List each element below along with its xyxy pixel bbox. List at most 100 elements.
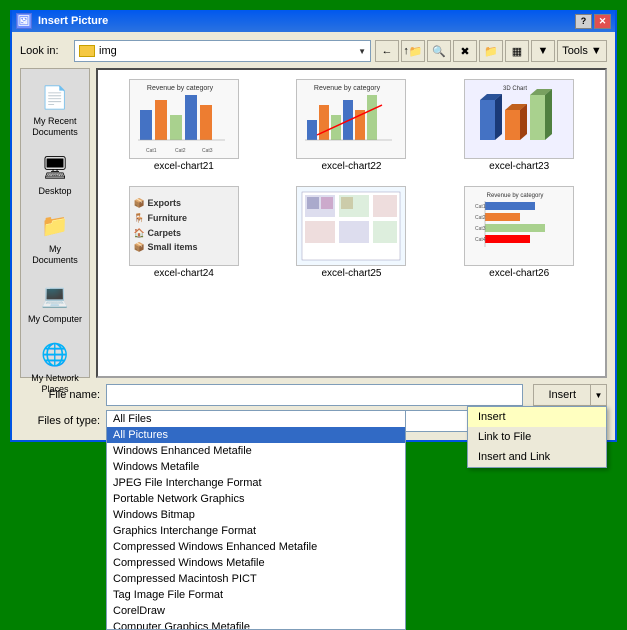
folder-icon <box>79 45 95 57</box>
sidebar-item-desktop[interactable]: 🖥 Desktop <box>25 147 85 202</box>
file-item-chart21[interactable]: Revenue by category Cat1 Cat2 Cat3 <box>102 74 266 177</box>
insert-dropdown-item-link[interactable]: Link to File <box>468 427 606 447</box>
dropdown-item-all-files[interactable]: All Files <box>107 411 405 427</box>
svg-text:Cat1: Cat1 <box>146 148 157 154</box>
recent-icon: 📄 <box>39 82 71 114</box>
dropdown-item-jpeg[interactable]: JPEG File Interchange Format <box>107 475 405 491</box>
svg-text:Cat2: Cat2 <box>175 148 186 154</box>
dialog-title: Insert Picture <box>38 15 108 27</box>
look-in-label: Look in: <box>20 45 70 57</box>
dropdown-item-gif[interactable]: Graphics Interchange Format <box>107 523 405 539</box>
sidebar-label-computer: My Computer <box>28 314 82 325</box>
new-folder-button[interactable]: 📁 <box>479 40 503 62</box>
dropdown-item-wmf-enhanced[interactable]: Windows Enhanced Metafile <box>107 443 405 459</box>
insert-dropdown-item-insert[interactable]: Insert <box>468 407 606 427</box>
insert-button[interactable]: Insert <box>533 384 591 406</box>
thumbnail-chart24: 📦 Exports 🪑 Furniture 🏠 Carpets 📦 Small … <box>129 186 239 266</box>
delete-icon: ✖ <box>460 45 469 58</box>
close-button[interactable]: ✕ <box>594 14 611 29</box>
views-arrow-button[interactable]: ▼ <box>531 40 555 62</box>
dialog-icon: 🖼 <box>16 13 32 29</box>
sidebar-item-documents[interactable]: 📁 My Documents <box>25 205 85 271</box>
dropdown-item-bmp[interactable]: Windows Bitmap <box>107 507 405 523</box>
sidebar-label-recent: My Recent Documents <box>28 116 82 138</box>
insert-group-wrapper: Insert ▼ Insert Link to File Insert and … <box>529 384 607 406</box>
text-thumb-chart24: 📦 Exports 🪑 Furniture 🏠 Carpets 📦 Small … <box>130 194 238 258</box>
dropdown-item-tiff[interactable]: Tag Image File Format <box>107 587 405 603</box>
dropdown-item-coreldraw[interactable]: CorelDraw <box>107 603 405 619</box>
toolbar-buttons: ← ↑ 📁 🔍 ✖ 📁 ▦ ▼ <box>375 40 607 62</box>
title-bar-controls: ? ✕ <box>575 14 611 29</box>
svg-text:Cat4: Cat4 <box>475 237 486 243</box>
insert-dropdown-item-insert-link[interactable]: Insert and Link <box>468 447 606 467</box>
views-button[interactable]: ▦ <box>505 40 529 62</box>
back-icon: ← <box>382 45 393 57</box>
sidebar-item-computer[interactable]: 💻 My Computer <box>25 275 85 330</box>
insert-dropdown-arrow[interactable]: ▼ <box>591 384 607 406</box>
look-in-combo[interactable]: img ▼ <box>74 40 371 62</box>
delete-button[interactable]: ✖ <box>453 40 477 62</box>
dropdown-item-cpict[interactable]: Compressed Macintosh PICT <box>107 571 405 587</box>
file-item-chart26[interactable]: Revenue by category Cat1 Cat2 Cat3 <box>437 181 601 284</box>
tools-button[interactable]: Tools ▼ <box>557 40 607 62</box>
insert-btn-group: Insert ▼ <box>533 384 607 406</box>
svg-text:Cat1: Cat1 <box>475 204 486 210</box>
look-in-value: img <box>99 45 117 57</box>
file-item-chart22[interactable]: Revenue by category exce <box>270 74 434 177</box>
file-item-chart25[interactable]: excel-chart25 <box>270 181 434 284</box>
svg-text:3D Chart: 3D Chart <box>503 86 527 92</box>
file-area[interactable]: Revenue by category Cat1 Cat2 Cat3 <box>96 68 607 378</box>
file-grid: Revenue by category Cat1 Cat2 Cat3 <box>102 74 601 284</box>
up-button[interactable]: ↑ 📁 <box>401 40 425 62</box>
insert-dropdown: Insert Link to File Insert and Link <box>467 406 607 468</box>
thumbnail-chart26: Revenue by category Cat1 Cat2 Cat3 <box>464 186 574 266</box>
up-folder-icon: 📁 <box>409 45 423 58</box>
sidebar-item-recent[interactable]: 📄 My Recent Documents <box>25 77 85 143</box>
dialog-body: Look in: img ▼ ← ↑ 📁 🔍 ✖ <box>12 32 615 440</box>
file-name-chart22: excel-chart22 <box>321 161 381 172</box>
thumbnail-chart21: Revenue by category Cat1 Cat2 Cat3 <box>129 79 239 159</box>
file-name-input[interactable] <box>106 384 523 406</box>
dropdown-item-cgm[interactable]: Computer Graphics Metafile <box>107 619 405 630</box>
search-web-button[interactable]: 🔍 <box>427 40 451 62</box>
desktop-icon: 🖥 <box>39 152 71 184</box>
files-of-type-dropdown[interactable]: All Files All Pictures Windows Enhanced … <box>106 410 406 630</box>
svg-text:Revenue by category: Revenue by category <box>147 85 214 92</box>
dropdown-item-all-pictures[interactable]: All Pictures <box>107 427 405 443</box>
back-button[interactable]: ← <box>375 40 399 62</box>
new-folder-icon: 📁 <box>484 45 498 58</box>
files-of-type-label: Files of type: <box>20 415 100 427</box>
svg-text:Cat3: Cat3 <box>202 148 213 154</box>
file-name-chart24: excel-chart24 <box>154 268 214 279</box>
sidebar-label-desktop: Desktop <box>38 186 71 197</box>
computer-icon: 💻 <box>39 280 71 312</box>
look-in-bar: Look in: img ▼ ← ↑ 📁 🔍 ✖ <box>20 40 607 62</box>
dropdown-item-cwmf[interactable]: Compressed Windows Metafile <box>107 555 405 571</box>
thumbnail-chart25 <box>296 186 406 266</box>
views-icon: ▦ <box>512 45 522 58</box>
svg-text:Cat2: Cat2 <box>475 215 486 221</box>
svg-text:Cat3: Cat3 <box>475 226 486 232</box>
thumbnail-chart23: 3D Chart <box>464 79 574 159</box>
main-area: 📄 My Recent Documents 🖥 Desktop 📁 My Doc… <box>20 68 607 378</box>
help-button[interactable]: ? <box>575 14 592 29</box>
svg-text:Revenue by category: Revenue by category <box>487 193 544 199</box>
documents-icon: 📁 <box>39 210 71 242</box>
svg-text:Revenue by category: Revenue by category <box>314 85 381 92</box>
views-arrow-icon: ▼ <box>538 45 549 57</box>
insert-picture-dialog: 🖼 Insert Picture ? ✕ Look in: img ▼ ← ↑ <box>10 10 617 442</box>
file-name-chart25: excel-chart25 <box>321 268 381 279</box>
file-item-chart24[interactable]: 📦 Exports 🪑 Furniture 🏠 Carpets 📦 Small … <box>102 181 266 284</box>
search-web-icon: 🔍 <box>432 45 446 58</box>
file-name-chart26: excel-chart26 <box>489 268 549 279</box>
title-bar: 🖼 Insert Picture ? ✕ <box>12 10 615 32</box>
dropdown-item-wmf[interactable]: Windows Metafile <box>107 459 405 475</box>
tools-label: Tools ▼ <box>562 45 602 57</box>
file-name-chart23: excel-chart23 <box>489 161 549 172</box>
file-item-chart23[interactable]: 3D Chart <box>437 74 601 177</box>
sidebar-label-documents: My Documents <box>28 244 82 266</box>
sidebar: 📄 My Recent Documents 🖥 Desktop 📁 My Doc… <box>20 68 90 378</box>
network-icon: 🌐 <box>39 339 71 371</box>
dropdown-item-cwmf-enhanced[interactable]: Compressed Windows Enhanced Metafile <box>107 539 405 555</box>
dropdown-item-png[interactable]: Portable Network Graphics <box>107 491 405 507</box>
